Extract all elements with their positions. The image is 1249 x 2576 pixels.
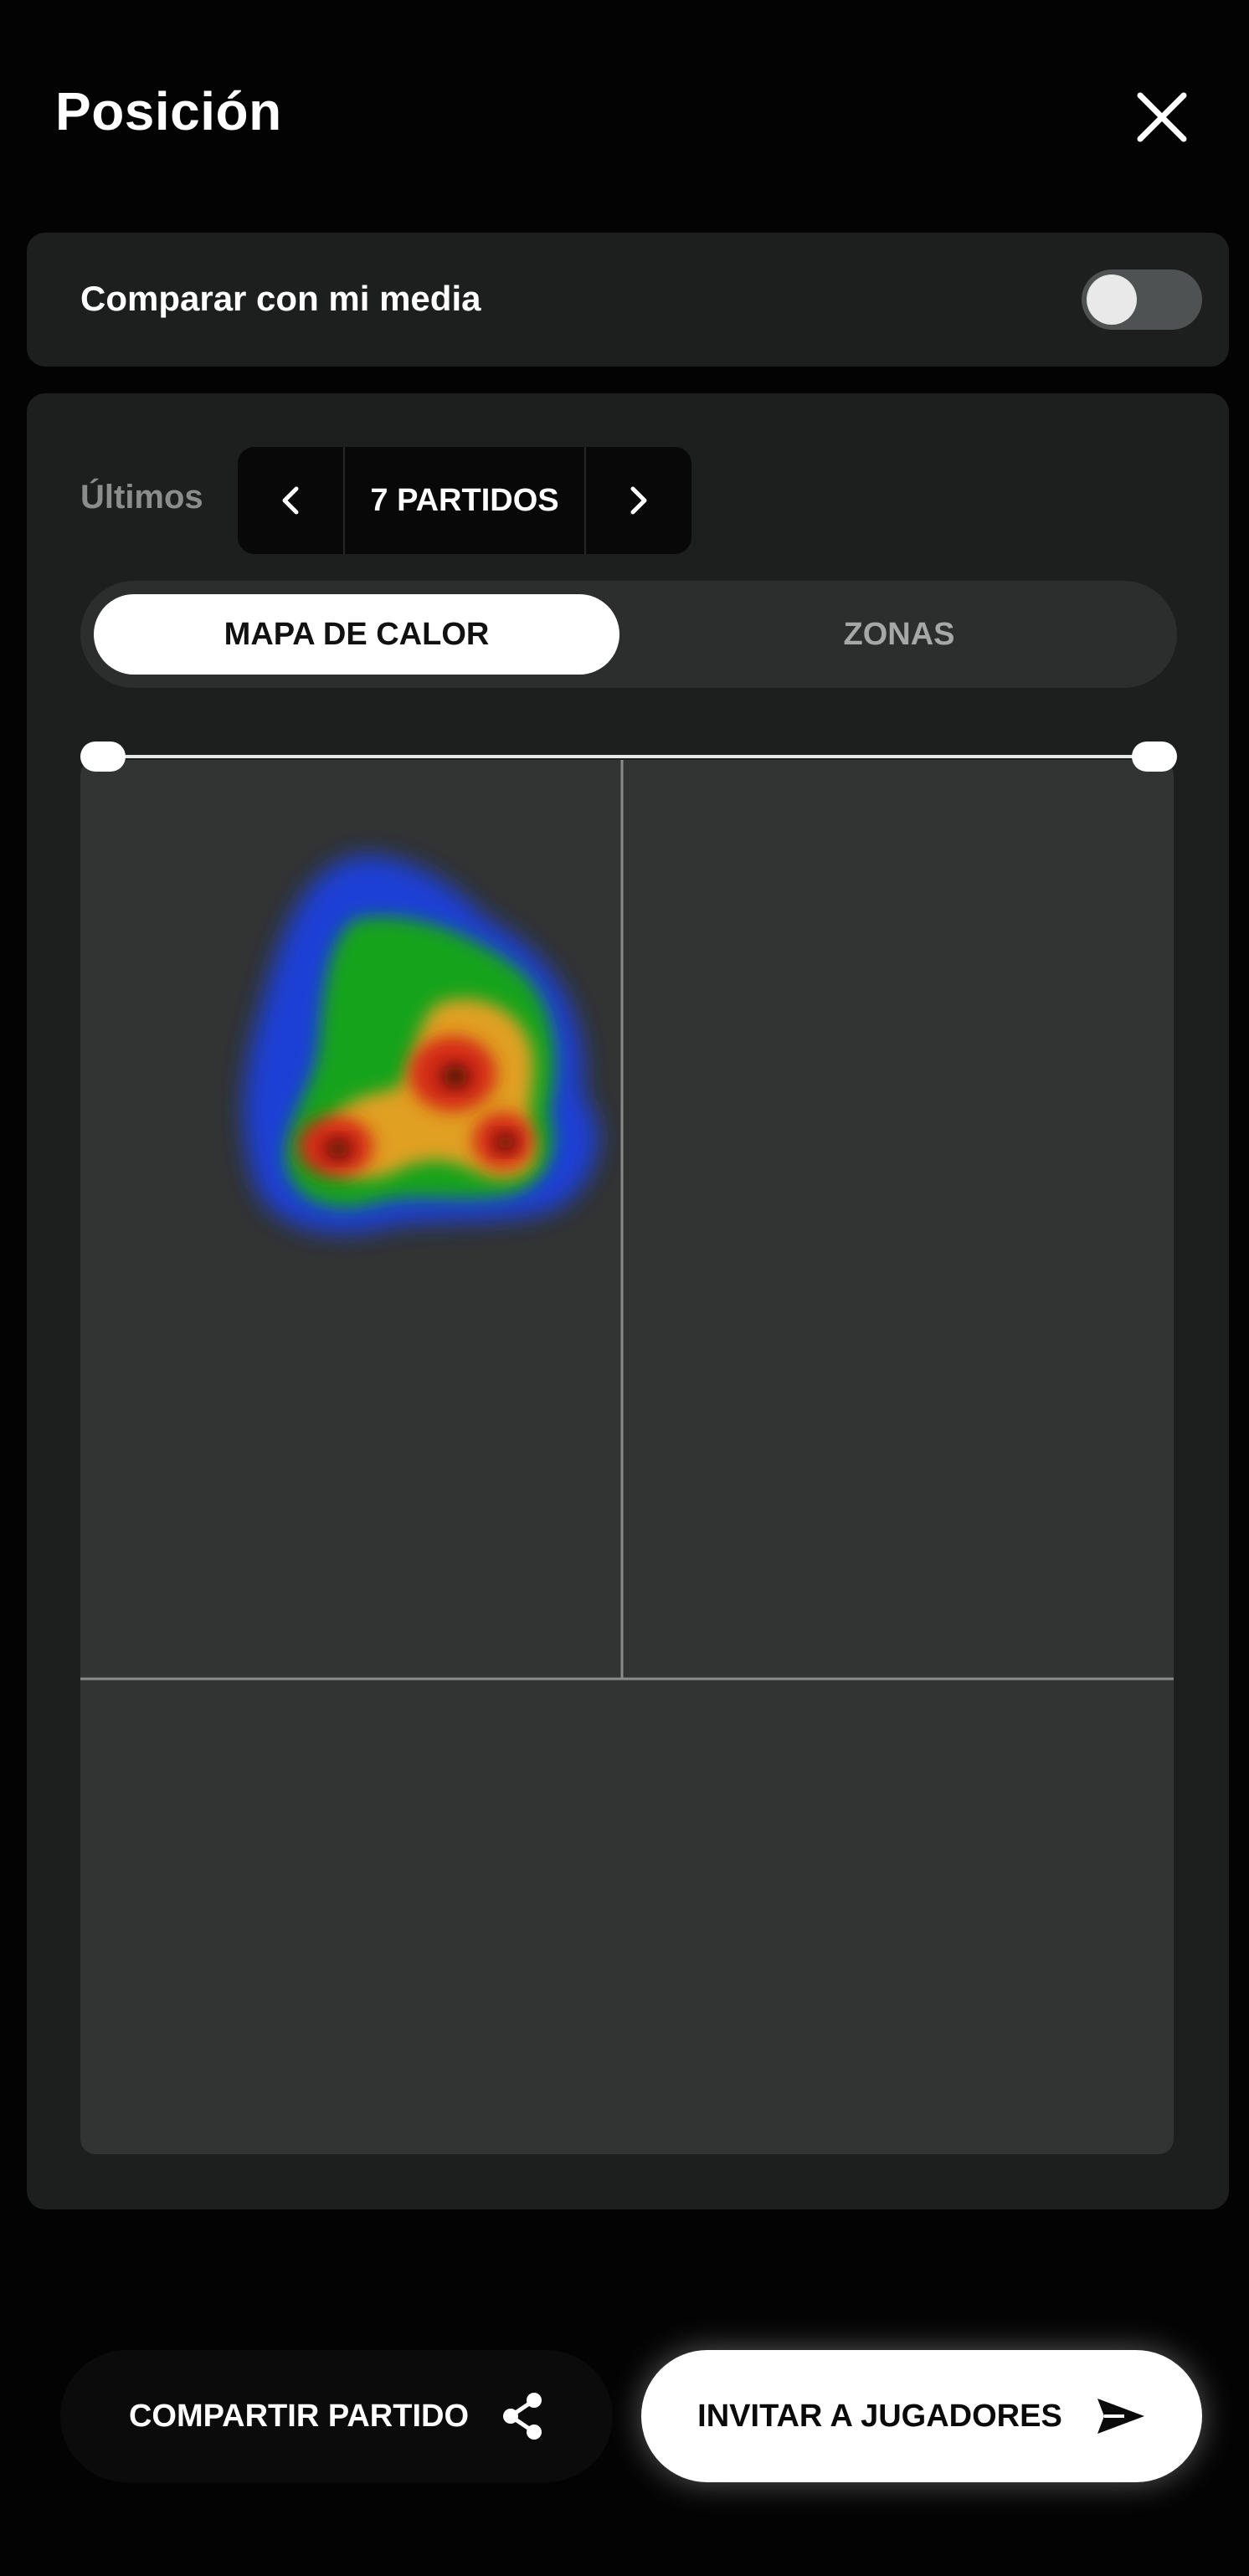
tab-heatmap[interactable]: MAPA DE CALOR (94, 594, 619, 675)
send-icon (1097, 2399, 1144, 2434)
view-switch: MAPA DE CALOR ZONAS (80, 581, 1177, 688)
toggle-knob (1087, 275, 1137, 325)
time-range-slider[interactable] (80, 731, 1177, 782)
compare-label: Comparar con mi media (80, 279, 481, 318)
tab-zones[interactable]: ZONAS (636, 594, 1162, 675)
heat-core-1 (442, 1065, 469, 1087)
range-handle-end[interactable] (1132, 741, 1177, 772)
compare-toggle[interactable] (1082, 269, 1202, 330)
heat-core-2 (326, 1140, 350, 1158)
heatmap-canvas (80, 760, 1174, 1681)
header: Posición (0, 0, 1249, 209)
prev-button[interactable] (238, 447, 343, 554)
close-icon (1137, 92, 1187, 142)
range-track (105, 755, 1152, 758)
matches-count: 7 PARTIDOS (343, 447, 586, 554)
close-button[interactable] (1132, 87, 1192, 147)
heat-core-3 (496, 1134, 516, 1151)
share-icon (503, 2393, 542, 2440)
page-title: Posición (55, 81, 282, 141)
range-handle-start[interactable] (80, 741, 126, 772)
filter-label: Últimos (80, 479, 203, 516)
next-button[interactable] (586, 447, 691, 554)
share-match-button[interactable]: COMPARTIR PARTIDO (60, 2350, 613, 2482)
share-match-label: COMPARTIR PARTIDO (128, 2398, 469, 2434)
chevron-right-icon (630, 486, 647, 515)
position-card: Últimos 7 PARTIDOS MAPA DE CALOR ZONAS (27, 393, 1229, 2209)
invite-players-button[interactable]: INVITAR A JUGADORES (641, 2350, 1202, 2482)
invite-players-label: INVITAR A JUGADORES (697, 2398, 1062, 2434)
compare-card: Comparar con mi media (27, 233, 1229, 367)
matches-pager: 7 PARTIDOS (238, 447, 691, 554)
chevron-left-icon (282, 486, 299, 515)
heatmap-pitch (80, 760, 1174, 2154)
heatmap-blob (244, 855, 599, 1234)
